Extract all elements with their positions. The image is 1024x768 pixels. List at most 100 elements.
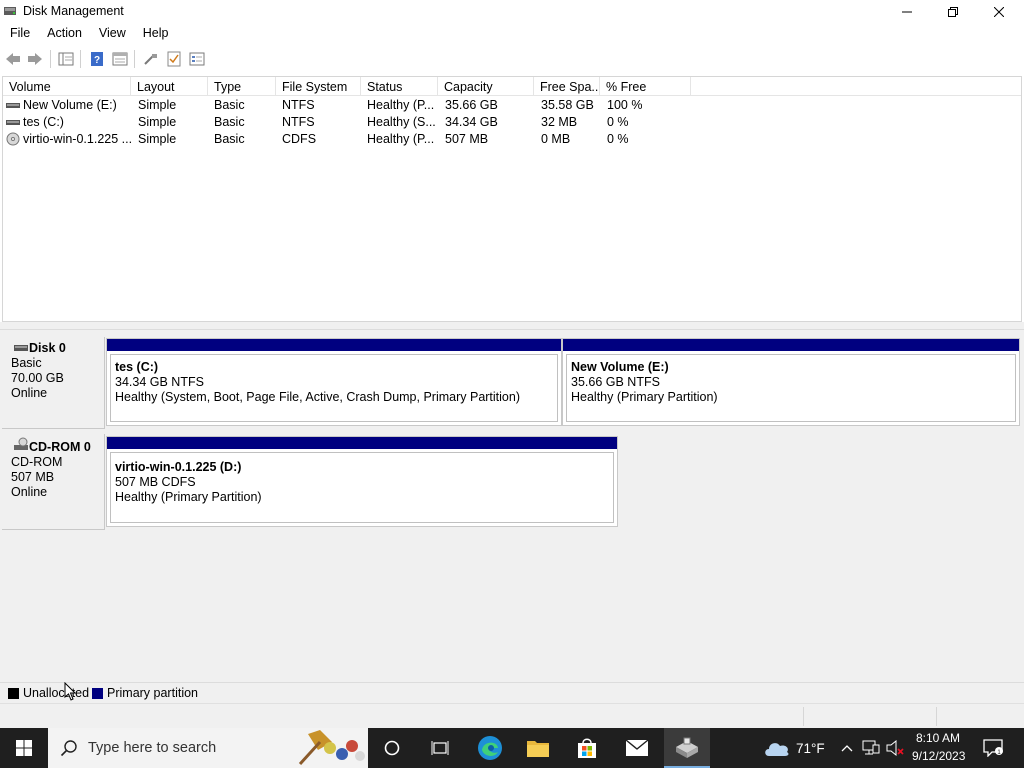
- check-button[interactable]: [164, 49, 184, 69]
- help-icon: ?: [91, 52, 103, 66]
- volume-percent-free: 100 %: [607, 98, 643, 112]
- volume-file-system: NTFS: [282, 98, 315, 112]
- toolbar-separator: [134, 50, 135, 68]
- close-button[interactable]: [976, 0, 1022, 23]
- network-button[interactable]: [860, 728, 882, 768]
- notifications-button[interactable]: 1: [978, 728, 1008, 768]
- column-header-layout[interactable]: Layout: [131, 77, 208, 96]
- status-divider: [803, 707, 804, 726]
- taskbar: Type here to search 71°F 8:10 AM 9/12/20…: [0, 728, 1024, 768]
- console-tree-icon: [58, 52, 74, 66]
- volume-type: Basic: [214, 132, 245, 146]
- column-header-volume[interactable]: Volume: [3, 77, 131, 96]
- volume-type: Basic: [214, 98, 245, 112]
- partition-body: tes (C:) 34.34 GB NTFS Healthy (System, …: [110, 354, 558, 422]
- cortana-button[interactable]: [373, 728, 411, 768]
- volume-layout: Simple: [138, 115, 177, 129]
- search-highlight-illustration-icon: [298, 730, 365, 766]
- volume-percent-free: 0 %: [607, 132, 629, 146]
- volume-row[interactable]: New Volume (E:) Simple Basic NTFS Health…: [3, 97, 1021, 114]
- menu-help[interactable]: Help: [133, 23, 176, 44]
- column-header-type[interactable]: Type: [208, 77, 276, 96]
- column-header-file-system[interactable]: File System: [276, 77, 361, 96]
- partition-status: Healthy (Primary Partition): [115, 490, 262, 504]
- partition-name: virtio-win-0.1.225 (D:): [115, 460, 242, 474]
- clock-date[interactable]: 9/12/2023: [912, 749, 965, 763]
- menu-file[interactable]: File: [0, 23, 37, 44]
- search-placeholder: Type here to search: [88, 740, 217, 756]
- title-bar: Disk Management: [0, 0, 1024, 23]
- disk-management-app-icon: [676, 737, 698, 758]
- edge-taskbar-button[interactable]: [471, 728, 509, 768]
- volume-free-space: 0 MB: [541, 132, 571, 146]
- menu-view[interactable]: View: [89, 23, 133, 44]
- disk-0-label[interactable]: Disk 0 Basic 70.00 GB Online: [2, 337, 105, 429]
- connect-disk-button[interactable]: [141, 49, 161, 69]
- volume-row[interactable]: virtio-win-0.1.225 ... Simple Basic CDFS…: [3, 131, 1021, 148]
- pane-splitter[interactable]: [0, 322, 1024, 330]
- disk-state: Online: [11, 485, 48, 499]
- restore-icon: [948, 6, 958, 17]
- volume-name: New Volume (E:): [23, 98, 117, 112]
- partition-name: tes (C:): [115, 360, 159, 374]
- store-taskbar-button[interactable]: [568, 728, 606, 768]
- disk-name: CD-ROM 0: [29, 440, 91, 454]
- volume-status: Healthy (P...: [367, 98, 435, 112]
- taskbar-search-box[interactable]: Type here to search: [48, 728, 368, 768]
- clock-time[interactable]: 8:10 AM: [916, 731, 960, 745]
- cdrom-0-label[interactable]: CD-ROM 0 CD-ROM 507 MB Online: [2, 434, 105, 530]
- partition-size: 507 MB CDFS: [115, 475, 196, 489]
- partition-status: Healthy (System, Boot, Page File, Active…: [115, 390, 520, 404]
- file-explorer-taskbar-button[interactable]: [519, 728, 557, 768]
- chevron-up-icon: [841, 745, 853, 752]
- partition-size: 34.34 GB NTFS: [115, 375, 204, 389]
- volume-button[interactable]: [884, 728, 906, 768]
- restore-button[interactable]: [930, 0, 976, 23]
- volume-row[interactable]: tes (C:) Simple Basic NTFS Healthy (S...…: [3, 114, 1021, 131]
- column-header-free-space[interactable]: Free Spa...: [534, 77, 600, 96]
- properties-view-button[interactable]: [110, 49, 130, 69]
- disk-management-taskbar-button[interactable]: [664, 728, 710, 768]
- show-hide-console-tree-button[interactable]: [56, 49, 76, 69]
- column-header-percent-free[interactable]: % Free: [600, 77, 691, 96]
- column-header-status[interactable]: Status: [361, 77, 438, 96]
- cortana-circle-icon: [384, 740, 400, 756]
- disk-management-app-icon: [4, 7, 16, 15]
- volume-file-system: NTFS: [282, 115, 315, 129]
- volume-free-space: 32 MB: [541, 115, 578, 129]
- primary-partition-swatch: [92, 688, 103, 699]
- column-header-capacity[interactable]: Capacity: [438, 77, 534, 96]
- primary-partition-bar: [107, 437, 617, 449]
- show-hidden-icons-button[interactable]: [838, 728, 856, 768]
- volume-list[interactable]: Volume Layout Type File System Status Ca…: [2, 76, 1022, 322]
- partition-c[interactable]: tes (C:) 34.34 GB NTFS Healthy (System, …: [106, 338, 562, 426]
- volume-free-space: 35.58 GB: [541, 98, 594, 112]
- back-button[interactable]: [3, 49, 23, 69]
- legend-bar: Unallocated Primary partition: [0, 682, 1024, 703]
- cd-volume-icon: [6, 132, 20, 146]
- settings-list-button[interactable]: [187, 49, 207, 69]
- weather-widget[interactable]: [760, 728, 794, 768]
- partition-body: New Volume (E:) 35.66 GB NTFS Healthy (P…: [566, 354, 1016, 422]
- weather-temperature[interactable]: 71°F: [796, 741, 825, 756]
- toolbar: ?: [0, 46, 1024, 71]
- forward-button[interactable]: [25, 49, 45, 69]
- svg-text:?: ?: [94, 55, 100, 66]
- properties-view-icon: [112, 52, 128, 66]
- disk-management-window: Disk Management File Action View Help ?: [0, 0, 1024, 728]
- mail-taskbar-button[interactable]: [618, 728, 656, 768]
- partition-d[interactable]: virtio-win-0.1.225 (D:) 507 MB CDFS Heal…: [106, 436, 618, 527]
- minimize-button[interactable]: [884, 0, 930, 23]
- mouse-pointer-icon: [64, 682, 76, 701]
- back-arrow-icon: [6, 53, 20, 65]
- start-button[interactable]: [0, 728, 48, 768]
- status-bar: [0, 703, 1024, 728]
- disk-size: 70.00 GB: [11, 371, 64, 385]
- partition-e[interactable]: New Volume (E:) 35.66 GB NTFS Healthy (P…: [562, 338, 1020, 426]
- disk-icon: [14, 345, 28, 351]
- status-divider: [936, 707, 937, 726]
- menu-action[interactable]: Action: [37, 23, 89, 44]
- help-button[interactable]: ?: [87, 49, 107, 69]
- task-view-button[interactable]: [421, 728, 459, 768]
- network-icon: [862, 740, 880, 755]
